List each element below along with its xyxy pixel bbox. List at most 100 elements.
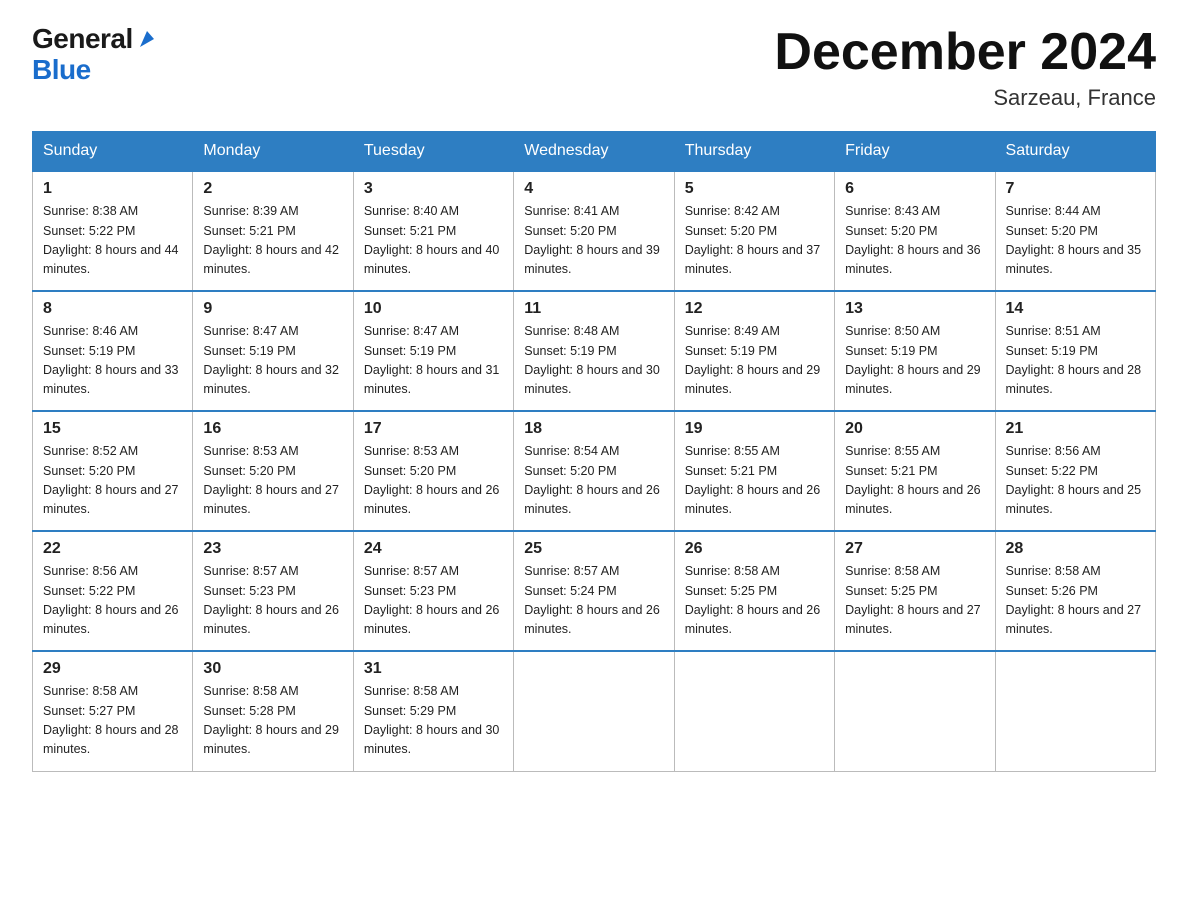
calendar-cell: 25 Sunrise: 8:57 AMSunset: 5:24 PMDaylig… — [514, 531, 674, 651]
calendar-cell: 26 Sunrise: 8:58 AMSunset: 5:25 PMDaylig… — [674, 531, 834, 651]
calendar-cell: 9 Sunrise: 8:47 AMSunset: 5:19 PMDayligh… — [193, 291, 353, 411]
calendar-header-row: SundayMondayTuesdayWednesdayThursdayFrid… — [33, 132, 1156, 172]
logo-general-text: General — [32, 24, 133, 55]
calendar-cell: 19 Sunrise: 8:55 AMSunset: 5:21 PMDaylig… — [674, 411, 834, 531]
day-number: 13 — [845, 300, 984, 318]
day-number: 30 — [203, 660, 342, 678]
calendar-cell: 30 Sunrise: 8:58 AMSunset: 5:28 PMDaylig… — [193, 651, 353, 771]
calendar-cell: 20 Sunrise: 8:55 AMSunset: 5:21 PMDaylig… — [835, 411, 995, 531]
day-info: Sunrise: 8:54 AMSunset: 5:20 PMDaylight:… — [524, 442, 663, 520]
day-number: 21 — [1006, 420, 1145, 438]
day-info: Sunrise: 8:40 AMSunset: 5:21 PMDaylight:… — [364, 202, 503, 280]
calendar-cell: 1 Sunrise: 8:38 AMSunset: 5:22 PMDayligh… — [33, 171, 193, 291]
day-number: 19 — [685, 420, 824, 438]
day-info: Sunrise: 8:47 AMSunset: 5:19 PMDaylight:… — [203, 322, 342, 400]
calendar-cell: 5 Sunrise: 8:42 AMSunset: 5:20 PMDayligh… — [674, 171, 834, 291]
day-info: Sunrise: 8:58 AMSunset: 5:26 PMDaylight:… — [1006, 562, 1145, 640]
page-subtitle: Sarzeau, France — [774, 85, 1156, 111]
calendar-cell: 3 Sunrise: 8:40 AMSunset: 5:21 PMDayligh… — [353, 171, 513, 291]
calendar-cell: 31 Sunrise: 8:58 AMSunset: 5:29 PMDaylig… — [353, 651, 513, 771]
calendar-body: 1 Sunrise: 8:38 AMSunset: 5:22 PMDayligh… — [33, 171, 1156, 771]
day-info: Sunrise: 8:56 AMSunset: 5:22 PMDaylight:… — [1006, 442, 1145, 520]
header-wednesday: Wednesday — [514, 132, 674, 172]
day-info: Sunrise: 8:38 AMSunset: 5:22 PMDaylight:… — [43, 202, 182, 280]
day-number: 24 — [364, 540, 503, 558]
calendar-cell: 29 Sunrise: 8:58 AMSunset: 5:27 PMDaylig… — [33, 651, 193, 771]
day-number: 9 — [203, 300, 342, 318]
calendar-header: SundayMondayTuesdayWednesdayThursdayFrid… — [33, 132, 1156, 172]
day-info: Sunrise: 8:53 AMSunset: 5:20 PMDaylight:… — [364, 442, 503, 520]
day-info: Sunrise: 8:56 AMSunset: 5:22 PMDaylight:… — [43, 562, 182, 640]
calendar-cell — [514, 651, 674, 771]
day-number: 28 — [1006, 540, 1145, 558]
day-number: 27 — [845, 540, 984, 558]
day-info: Sunrise: 8:57 AMSunset: 5:24 PMDaylight:… — [524, 562, 663, 640]
calendar-week-4: 22 Sunrise: 8:56 AMSunset: 5:22 PMDaylig… — [33, 531, 1156, 651]
day-number: 8 — [43, 300, 182, 318]
calendar-cell: 14 Sunrise: 8:51 AMSunset: 5:19 PMDaylig… — [995, 291, 1155, 411]
day-number: 17 — [364, 420, 503, 438]
day-number: 10 — [364, 300, 503, 318]
calendar-cell: 7 Sunrise: 8:44 AMSunset: 5:20 PMDayligh… — [995, 171, 1155, 291]
calendar-cell: 8 Sunrise: 8:46 AMSunset: 5:19 PMDayligh… — [33, 291, 193, 411]
day-info: Sunrise: 8:58 AMSunset: 5:27 PMDaylight:… — [43, 682, 182, 760]
header-friday: Friday — [835, 132, 995, 172]
day-info: Sunrise: 8:57 AMSunset: 5:23 PMDaylight:… — [364, 562, 503, 640]
calendar-week-5: 29 Sunrise: 8:58 AMSunset: 5:27 PMDaylig… — [33, 651, 1156, 771]
calendar-cell — [995, 651, 1155, 771]
day-info: Sunrise: 8:42 AMSunset: 5:20 PMDaylight:… — [685, 202, 824, 280]
calendar-cell: 11 Sunrise: 8:48 AMSunset: 5:19 PMDaylig… — [514, 291, 674, 411]
day-info: Sunrise: 8:52 AMSunset: 5:20 PMDaylight:… — [43, 442, 182, 520]
day-number: 2 — [203, 180, 342, 198]
calendar-cell — [674, 651, 834, 771]
calendar-cell: 16 Sunrise: 8:53 AMSunset: 5:20 PMDaylig… — [193, 411, 353, 531]
calendar-cell: 2 Sunrise: 8:39 AMSunset: 5:21 PMDayligh… — [193, 171, 353, 291]
day-number: 12 — [685, 300, 824, 318]
calendar-cell — [835, 651, 995, 771]
day-info: Sunrise: 8:49 AMSunset: 5:19 PMDaylight:… — [685, 322, 824, 400]
day-info: Sunrise: 8:48 AMSunset: 5:19 PMDaylight:… — [524, 322, 663, 400]
header-tuesday: Tuesday — [353, 132, 513, 172]
logo: General Blue — [32, 24, 158, 86]
header-thursday: Thursday — [674, 132, 834, 172]
day-number: 20 — [845, 420, 984, 438]
logo-triangle-icon — [136, 29, 158, 51]
calendar-cell: 4 Sunrise: 8:41 AMSunset: 5:20 PMDayligh… — [514, 171, 674, 291]
page-title: December 2024 — [774, 24, 1156, 81]
day-info: Sunrise: 8:55 AMSunset: 5:21 PMDaylight:… — [845, 442, 984, 520]
day-info: Sunrise: 8:39 AMSunset: 5:21 PMDaylight:… — [203, 202, 342, 280]
day-info: Sunrise: 8:44 AMSunset: 5:20 PMDaylight:… — [1006, 202, 1145, 280]
calendar-cell: 12 Sunrise: 8:49 AMSunset: 5:19 PMDaylig… — [674, 291, 834, 411]
day-number: 22 — [43, 540, 182, 558]
calendar-cell: 24 Sunrise: 8:57 AMSunset: 5:23 PMDaylig… — [353, 531, 513, 651]
day-info: Sunrise: 8:58 AMSunset: 5:25 PMDaylight:… — [845, 562, 984, 640]
day-number: 15 — [43, 420, 182, 438]
calendar-cell: 28 Sunrise: 8:58 AMSunset: 5:26 PMDaylig… — [995, 531, 1155, 651]
day-info: Sunrise: 8:57 AMSunset: 5:23 PMDaylight:… — [203, 562, 342, 640]
day-number: 7 — [1006, 180, 1145, 198]
day-info: Sunrise: 8:58 AMSunset: 5:29 PMDaylight:… — [364, 682, 503, 760]
day-info: Sunrise: 8:51 AMSunset: 5:19 PMDaylight:… — [1006, 322, 1145, 400]
calendar-cell: 23 Sunrise: 8:57 AMSunset: 5:23 PMDaylig… — [193, 531, 353, 651]
day-number: 11 — [524, 300, 663, 318]
day-info: Sunrise: 8:41 AMSunset: 5:20 PMDaylight:… — [524, 202, 663, 280]
calendar-cell: 6 Sunrise: 8:43 AMSunset: 5:20 PMDayligh… — [835, 171, 995, 291]
day-number: 23 — [203, 540, 342, 558]
calendar-cell: 15 Sunrise: 8:52 AMSunset: 5:20 PMDaylig… — [33, 411, 193, 531]
calendar-cell: 10 Sunrise: 8:47 AMSunset: 5:19 PMDaylig… — [353, 291, 513, 411]
calendar-week-2: 8 Sunrise: 8:46 AMSunset: 5:19 PMDayligh… — [33, 291, 1156, 411]
calendar-cell: 13 Sunrise: 8:50 AMSunset: 5:19 PMDaylig… — [835, 291, 995, 411]
logo-blue-text: Blue — [32, 55, 158, 86]
day-info: Sunrise: 8:47 AMSunset: 5:19 PMDaylight:… — [364, 322, 503, 400]
day-number: 1 — [43, 180, 182, 198]
calendar-cell: 27 Sunrise: 8:58 AMSunset: 5:25 PMDaylig… — [835, 531, 995, 651]
day-info: Sunrise: 8:58 AMSunset: 5:25 PMDaylight:… — [685, 562, 824, 640]
calendar-cell: 17 Sunrise: 8:53 AMSunset: 5:20 PMDaylig… — [353, 411, 513, 531]
day-number: 29 — [43, 660, 182, 678]
calendar-week-1: 1 Sunrise: 8:38 AMSunset: 5:22 PMDayligh… — [33, 171, 1156, 291]
day-number: 18 — [524, 420, 663, 438]
header-saturday: Saturday — [995, 132, 1155, 172]
day-number: 26 — [685, 540, 824, 558]
title-area: December 2024 Sarzeau, France — [774, 24, 1156, 111]
day-info: Sunrise: 8:43 AMSunset: 5:20 PMDaylight:… — [845, 202, 984, 280]
